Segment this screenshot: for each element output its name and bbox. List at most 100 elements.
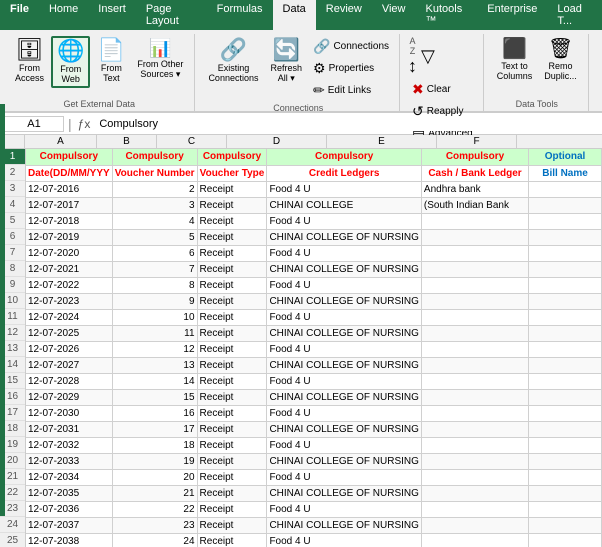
cell-bill[interactable] [529, 373, 602, 389]
cell-type[interactable]: Receipt [197, 373, 267, 389]
cell-credit[interactable]: CHINAI COLLEGE OF NURSING [267, 293, 421, 309]
cell-date[interactable]: 12-07-2024 [26, 309, 112, 325]
cell-bill[interactable] [529, 213, 602, 229]
cell-type[interactable]: Receipt [197, 469, 267, 485]
cell-cash[interactable] [421, 277, 528, 293]
cell-cash[interactable] [421, 437, 528, 453]
h1-c[interactable]: Compulsory [197, 149, 267, 165]
cell-cash[interactable] [421, 485, 528, 501]
cell-credit[interactable]: Food 4 U [267, 405, 421, 421]
cell-credit[interactable]: CHINAI COLLEGE [267, 197, 421, 213]
cell-voucher[interactable]: 12 [112, 341, 197, 357]
cell-type[interactable]: Receipt [197, 245, 267, 261]
tab-home[interactable]: Home [39, 0, 88, 30]
cell-credit[interactable]: CHINAI COLLEGE OF NURSING [267, 421, 421, 437]
cell-date[interactable]: 12-07-2036 [26, 501, 112, 517]
col-header-b[interactable]: B [97, 135, 157, 148]
col-header-c[interactable]: C [157, 135, 227, 148]
cell-credit[interactable]: Food 4 U [267, 213, 421, 229]
cell-voucher[interactable]: 18 [112, 437, 197, 453]
cell-cash[interactable] [421, 373, 528, 389]
cell-bill[interactable] [529, 453, 602, 469]
formula-input[interactable] [96, 117, 598, 131]
cell-bill[interactable] [529, 293, 602, 309]
cell-voucher[interactable]: 3 [112, 197, 197, 213]
cell-voucher[interactable]: 10 [112, 309, 197, 325]
cell-date[interactable]: 12-07-2029 [26, 389, 112, 405]
cell-cash[interactable] [421, 261, 528, 277]
tab-page-layout[interactable]: Page Layout [136, 0, 207, 30]
cell-cash[interactable] [421, 309, 528, 325]
cell-type[interactable]: Receipt [197, 277, 267, 293]
cell-date[interactable]: 12-07-2035 [26, 485, 112, 501]
tab-formulas[interactable]: Formulas [207, 0, 273, 30]
cell-bill[interactable] [529, 277, 602, 293]
cell-voucher[interactable]: 15 [112, 389, 197, 405]
cell-date[interactable]: 12-07-2034 [26, 469, 112, 485]
cell-credit[interactable]: Food 4 U [267, 533, 421, 547]
cell-date[interactable]: 12-07-2037 [26, 517, 112, 533]
row-num-24[interactable]: 24 [0, 517, 25, 533]
cell-bill[interactable] [529, 197, 602, 213]
tab-data[interactable]: Data [273, 0, 316, 30]
cell-voucher[interactable]: 24 [112, 533, 197, 547]
cell-bill[interactable] [529, 181, 602, 197]
h2-f[interactable]: Bill Name [529, 165, 602, 181]
cell-type[interactable]: Receipt [197, 533, 267, 547]
cell-cash[interactable] [421, 229, 528, 245]
tab-file[interactable]: File [0, 0, 39, 30]
cell-credit[interactable]: Food 4 U [267, 245, 421, 261]
cell-credit[interactable]: Food 4 U [267, 277, 421, 293]
cell-voucher[interactable]: 23 [112, 517, 197, 533]
cell-voucher[interactable]: 7 [112, 261, 197, 277]
cell-bill[interactable] [529, 437, 602, 453]
cell-bill[interactable] [529, 341, 602, 357]
cell-bill[interactable] [529, 261, 602, 277]
filter-icon-large[interactable]: ▽ [421, 46, 435, 67]
cell-voucher[interactable]: 13 [112, 357, 197, 373]
cell-type[interactable]: Receipt [197, 389, 267, 405]
cell-date[interactable]: 12-07-2027 [26, 357, 112, 373]
cell-type[interactable]: Receipt [197, 421, 267, 437]
h2-d[interactable]: Credit Ledgers [267, 165, 421, 181]
cell-credit[interactable]: CHINAI COLLEGE OF NURSING [267, 389, 421, 405]
cell-voucher[interactable]: 21 [112, 485, 197, 501]
cell-bill[interactable] [529, 357, 602, 373]
cell-type[interactable]: Receipt [197, 405, 267, 421]
cell-credit[interactable]: CHINAI COLLEGE OF NURSING [267, 325, 421, 341]
cell-type[interactable]: Receipt [197, 309, 267, 325]
cell-bill[interactable] [529, 405, 602, 421]
h1-a[interactable]: Compulsory [26, 149, 112, 165]
cell-bill[interactable] [529, 245, 602, 261]
cell-voucher[interactable]: 17 [112, 421, 197, 437]
cell-type[interactable]: Receipt [197, 197, 267, 213]
cell-type[interactable]: Receipt [197, 229, 267, 245]
cell-bill[interactable] [529, 309, 602, 325]
cell-bill[interactable] [529, 229, 602, 245]
cell-date[interactable]: 12-07-2023 [26, 293, 112, 309]
cell-reference[interactable] [4, 116, 64, 132]
h1-b[interactable]: Compulsory [112, 149, 197, 165]
tab-view[interactable]: View [372, 0, 416, 30]
h2-e[interactable]: Cash / Bank Ledger [421, 165, 528, 181]
cell-bill[interactable] [529, 501, 602, 517]
col-header-f[interactable]: F [437, 135, 517, 148]
cell-date[interactable]: 12-07-2017 [26, 197, 112, 213]
cell-cash[interactable] [421, 453, 528, 469]
existing-connections-button[interactable]: 🔗 ExistingConnections [203, 36, 263, 86]
cell-date[interactable]: 12-07-2022 [26, 277, 112, 293]
cell-type[interactable]: Receipt [197, 213, 267, 229]
cell-cash[interactable]: (South Indian Bank [421, 197, 528, 213]
cell-date[interactable]: 12-07-2032 [26, 437, 112, 453]
cell-cash[interactable] [421, 357, 528, 373]
from-web-button[interactable]: 🌐 FromWeb [51, 36, 90, 88]
cell-date[interactable]: 12-07-2030 [26, 405, 112, 421]
col-header-e[interactable]: E [327, 135, 437, 148]
cell-cash[interactable] [421, 213, 528, 229]
tab-insert[interactable]: Insert [88, 0, 136, 30]
cell-type[interactable]: Receipt [197, 293, 267, 309]
cell-bill[interactable] [529, 389, 602, 405]
cell-date[interactable]: 12-07-2021 [26, 261, 112, 277]
h1-d[interactable]: Compulsory [267, 149, 421, 165]
cell-cash[interactable] [421, 389, 528, 405]
